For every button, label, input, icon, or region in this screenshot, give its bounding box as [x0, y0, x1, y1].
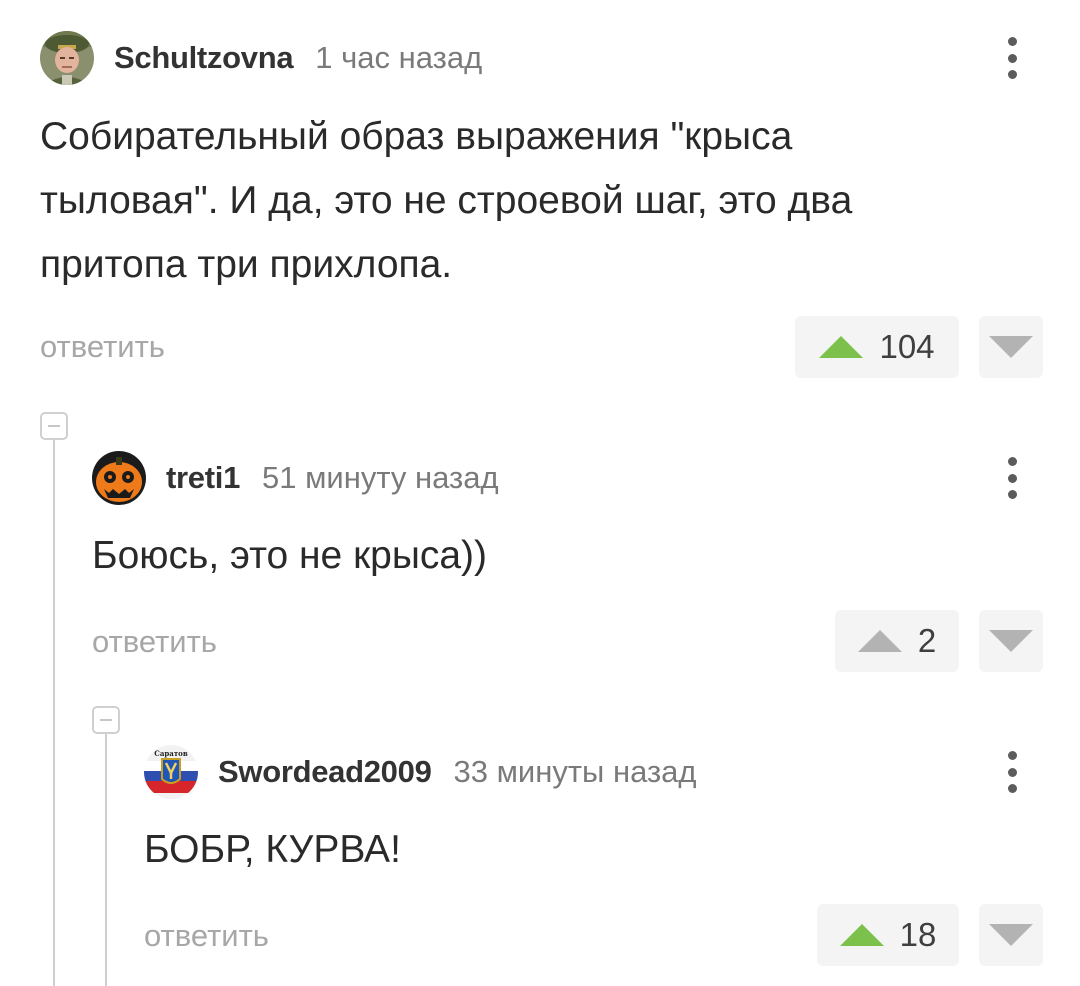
thread-line-level-2	[105, 734, 107, 986]
dot	[1007, 70, 1017, 79]
dot	[1007, 784, 1017, 793]
username[interactable]: Swordead2009	[218, 754, 432, 790]
downvote-button[interactable]	[979, 904, 1043, 966]
upvote-arrow-icon	[819, 336, 864, 358]
reply-link[interactable]: ответить	[40, 329, 165, 365]
dot	[1007, 767, 1017, 777]
dot	[1007, 37, 1017, 46]
downvote-arrow-icon	[989, 924, 1033, 946]
rating-count: 18	[899, 916, 937, 953]
more-options-button[interactable]	[994, 35, 1030, 81]
reply-link[interactable]: ответить	[92, 624, 217, 660]
comment-text: БОБР, КУРВА!	[144, 828, 401, 871]
pumpkin-avatar[interactable]	[92, 451, 146, 505]
comment-text: Боюсь, это не крыса))	[92, 534, 488, 577]
collapse-thread-icon[interactable]	[92, 706, 120, 734]
upvote-arrow-icon	[857, 630, 902, 652]
saratov-emblem-icon: Саратов	[144, 745, 198, 799]
more-options-button[interactable]	[994, 749, 1030, 795]
downvote-button[interactable]	[979, 610, 1043, 672]
upvote-button[interactable]: 104	[795, 316, 959, 378]
comment-text: Собирательный образ выражения "крыса тыл…	[40, 115, 853, 286]
thread-line-level-1	[53, 440, 55, 986]
timestamp: 1 час назад	[315, 40, 483, 75]
comment-header: Саратов Swordead2009 33 минуты назад	[144, 745, 697, 799]
dot	[1007, 490, 1017, 499]
downvote-arrow-icon	[989, 630, 1033, 652]
rating-count: 2	[917, 622, 937, 659]
username[interactable]: treti1	[166, 460, 240, 496]
timestamp: 33 минуты назад	[453, 754, 697, 789]
upvote-arrow-icon	[839, 924, 884, 946]
soldier-avatar-icon	[40, 31, 94, 85]
soldier-avatar[interactable]	[40, 31, 94, 85]
more-options-button[interactable]	[994, 455, 1030, 501]
comment: treti1 51 минуту назад Боюсь, это не кры…	[92, 451, 1080, 673]
upvote-button[interactable]: 18	[817, 904, 959, 966]
saratov-emblem-avatar[interactable]: Саратов	[144, 745, 198, 799]
downvote-arrow-icon	[989, 336, 1033, 358]
dot	[1007, 53, 1017, 63]
comment-header: treti1 51 минуту назад	[92, 451, 499, 505]
upvote-button[interactable]: 2	[835, 610, 959, 672]
timestamp: 51 минуту назад	[262, 460, 499, 495]
comment-header: Schultzovna 1 час назад	[40, 31, 482, 85]
dot	[1007, 751, 1017, 760]
dot	[1007, 457, 1017, 466]
emblem-caption: Саратов	[154, 749, 188, 758]
reply-link[interactable]: ответить	[144, 918, 269, 954]
dot	[1007, 473, 1017, 483]
comment: Schultzovna 1 час назад Собирательный об…	[40, 31, 1080, 381]
rating-count: 104	[879, 328, 935, 365]
username[interactable]: Schultzovna	[114, 40, 294, 76]
collapse-thread-icon[interactable]	[40, 412, 68, 440]
pumpkin-avatar-icon	[92, 451, 146, 505]
downvote-button[interactable]	[979, 316, 1043, 378]
comment: Саратов Swordead2009 33 минуты назад БОБ…	[144, 745, 1080, 967]
